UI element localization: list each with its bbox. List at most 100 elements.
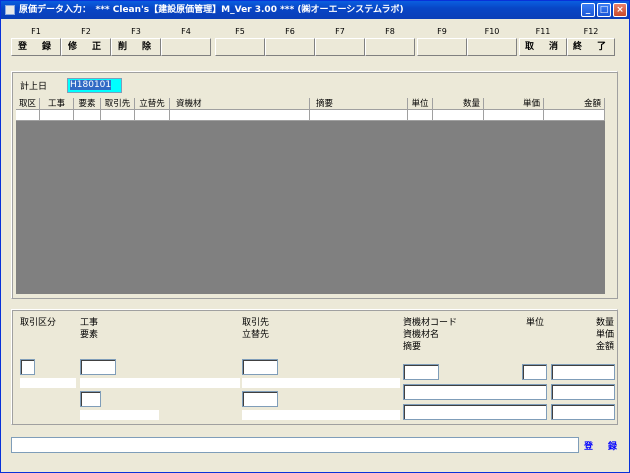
amount-input[interactable] — [551, 404, 615, 420]
supplier-label: 取引先 — [242, 318, 270, 328]
column-header[interactable]: 摘要 — [310, 98, 408, 110]
column-header[interactable]: 工事 — [40, 98, 74, 110]
posting-date-input[interactable]: H180101 — [67, 78, 122, 93]
fkey-f12[interactable]: F12 終 了 — [567, 25, 615, 56]
quantity-label: 数量 — [595, 318, 614, 328]
material-code-input[interactable] — [403, 364, 439, 380]
fkey-f6[interactable]: F6 — [265, 25, 315, 56]
transaction-type-name — [20, 378, 76, 388]
entry-panel: 計上日 H180101 取区 工事 要素 取引先 立替先 資機材 摘要 単位 数… — [11, 71, 618, 299]
grid-cell[interactable] — [16, 110, 40, 121]
grid-cell[interactable] — [170, 110, 310, 121]
column-header[interactable]: 立替先 — [135, 98, 170, 110]
column-header[interactable]: 単位 — [408, 98, 433, 110]
close-button[interactable]: × — [613, 3, 627, 17]
fkey-f9[interactable]: F9 — [417, 25, 467, 56]
element-input[interactable] — [80, 391, 101, 407]
fkey-number: F12 — [583, 27, 599, 36]
element-name — [80, 410, 159, 420]
f9-button[interactable] — [417, 38, 467, 56]
material-name-input[interactable] — [403, 384, 547, 400]
close-icon: × — [616, 5, 624, 15]
fkey-number: F9 — [437, 27, 447, 36]
exit-button[interactable]: 終 了 — [567, 38, 615, 56]
transaction-type-input[interactable] — [20, 359, 35, 375]
unit-price-input[interactable] — [551, 384, 615, 400]
fkey-f8[interactable]: F8 — [365, 25, 415, 56]
title-bar[interactable]: 原価データ入力： *** Clean's【建設原価管理】M_Ver 3.00 *… — [1, 1, 629, 19]
fkey-f7[interactable]: F7 — [315, 25, 365, 56]
f7-button[interactable] — [315, 38, 365, 56]
unit-price-label: 単価 — [595, 330, 614, 340]
maximize-button[interactable]: □ — [597, 3, 611, 17]
fkey-number: F6 — [285, 27, 295, 36]
column-header[interactable]: 単価 — [484, 98, 544, 110]
f5-button[interactable] — [215, 38, 265, 56]
fkey-f2[interactable]: F2 修 正 — [61, 25, 111, 56]
fkey-number: F11 — [535, 27, 551, 36]
cancel-button[interactable]: 取 消 — [519, 38, 567, 56]
fkey-number: F8 — [385, 27, 395, 36]
grid-cell[interactable] — [40, 110, 74, 121]
fkey-f11[interactable]: F11 取 消 — [519, 25, 567, 56]
transaction-type-label: 取引区分 — [20, 318, 57, 328]
grid-cell[interactable] — [310, 110, 408, 121]
message-field — [11, 437, 579, 453]
table-row[interactable] — [16, 110, 605, 121]
posting-date-label: 計上日 — [20, 82, 48, 92]
column-header[interactable]: 資機材 — [170, 98, 310, 110]
column-header[interactable]: 取引先 — [101, 98, 135, 110]
unit-input[interactable] — [522, 364, 547, 380]
detail-panel: 取引区分 工事 要素 取引先 立替先 資機材コード 資機材名 摘要 単位 数量 … — [11, 309, 618, 425]
f4-button[interactable] — [161, 38, 211, 56]
fkey-f1[interactable]: F1 登 録 — [11, 25, 61, 56]
fkey-f5[interactable]: F5 — [215, 25, 265, 56]
project-label: 工事 — [80, 318, 99, 328]
fkey-number: F2 — [81, 27, 91, 36]
description-input[interactable] — [403, 404, 547, 420]
fkey-f3[interactable]: F3 削 除 — [111, 25, 161, 56]
amount-label: 金額 — [595, 342, 614, 352]
delete-button[interactable]: 削 除 — [111, 38, 161, 56]
project-input[interactable] — [80, 359, 116, 375]
column-header[interactable]: 金額 — [544, 98, 605, 110]
supplier-name — [242, 378, 400, 388]
advance-payee-name — [242, 410, 400, 420]
element-label: 要素 — [80, 330, 99, 340]
maximize-icon: □ — [599, 5, 609, 15]
window-title: 原価データ入力： *** Clean's【建設原価管理】M_Ver 3.00 *… — [19, 5, 404, 15]
fkey-number: F3 — [131, 27, 141, 36]
edit-button[interactable]: 修 正 — [61, 38, 111, 56]
minimize-button[interactable]: _ — [581, 3, 595, 17]
fkey-f10[interactable]: F10 — [467, 25, 517, 56]
fkey-number: F10 — [484, 27, 500, 36]
column-header[interactable]: 取区 — [16, 98, 40, 110]
project-name — [80, 378, 240, 388]
fkey-number: F4 — [181, 27, 191, 36]
supplier-input[interactable] — [242, 359, 278, 375]
quantity-input[interactable] — [551, 364, 615, 380]
grid-cell[interactable] — [74, 110, 101, 121]
advance-payee-input[interactable] — [242, 391, 278, 407]
fkey-number: F7 — [335, 27, 345, 36]
column-header[interactable]: 数量 — [433, 98, 484, 110]
f10-button[interactable] — [467, 38, 517, 56]
register-link[interactable]: 登 録 — [584, 439, 620, 452]
fkey-number: F1 — [31, 27, 41, 36]
fkey-f4[interactable]: F4 — [161, 25, 211, 56]
grid-cell[interactable] — [408, 110, 433, 121]
register-button[interactable]: 登 録 — [11, 38, 61, 56]
minimize-icon: _ — [585, 5, 591, 15]
grid-cell[interactable] — [433, 110, 484, 121]
f8-button[interactable] — [365, 38, 415, 56]
grid-cell[interactable] — [101, 110, 135, 121]
cost-entry-grid[interactable]: 取区 工事 要素 取引先 立替先 資機材 摘要 単位 数量 単価 金額 — [16, 98, 605, 294]
f6-button[interactable] — [265, 38, 315, 56]
grid-cell[interactable] — [544, 110, 605, 121]
column-header[interactable]: 要素 — [74, 98, 101, 110]
grid-cell[interactable] — [484, 110, 544, 121]
posting-date-value: H180101 — [70, 80, 112, 90]
material-name-label: 資機材名 — [403, 330, 440, 340]
function-key-bar: F1 登 録 F2 修 正 F3 削 除 F4 F5 F6 F7 F8 F9 F… — [11, 25, 616, 56]
grid-cell[interactable] — [135, 110, 170, 121]
